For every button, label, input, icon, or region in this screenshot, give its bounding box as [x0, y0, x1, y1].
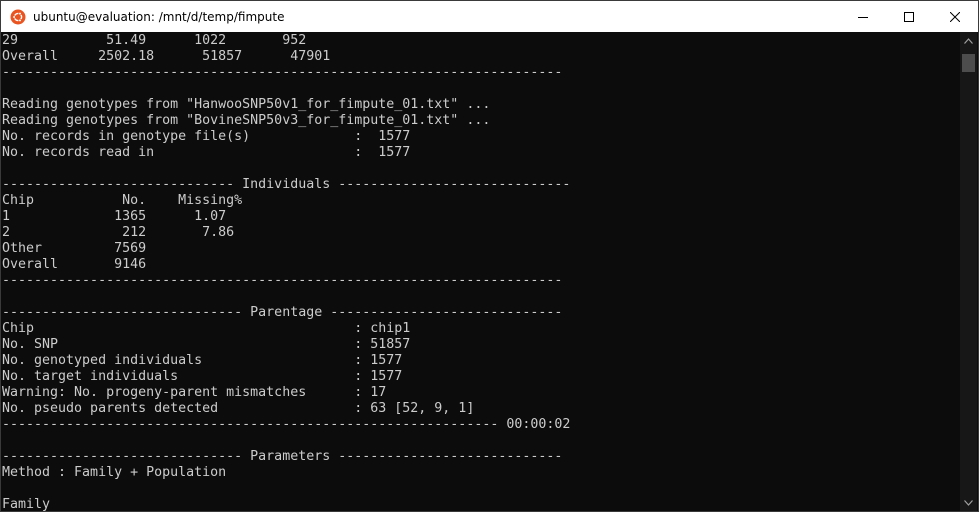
close-button[interactable]: [932, 1, 978, 32]
terminal-line: No. genotyped individuals : 1577: [2, 353, 403, 368]
terminal-line: Reading genotypes from "HanwooSNP50v1_fo…: [2, 97, 491, 112]
terminal-line: ----------------------------------------…: [2, 65, 563, 80]
maximize-icon: [904, 11, 914, 22]
scroll-down-button[interactable]: [960, 494, 977, 511]
terminal-line: No. pseudo parents detected : 63 [52, 9,…: [2, 401, 475, 416]
scroll-up-arrow-icon: [964, 37, 973, 44]
close-icon: [950, 11, 960, 22]
terminal-line: ------------------------------ Parentage…: [2, 305, 563, 320]
vertical-scrollbar[interactable]: [960, 32, 977, 511]
scroll-thumb[interactable]: [962, 54, 975, 72]
scroll-up-button[interactable]: [960, 32, 977, 49]
terminal-output[interactable]: 29 51.49 1022 952 Overall 2502.18 51857 4…: [2, 32, 962, 511]
terminal-line: No. records read in : 1577: [2, 145, 411, 160]
terminal-line: Reading genotypes from "BovineSNP50v3_fo…: [2, 113, 491, 128]
minimize-button[interactable]: [840, 1, 886, 32]
maximize-button[interactable]: [886, 1, 932, 32]
terminal-line: ----------------------------------------…: [2, 273, 563, 288]
terminal-line: Overall 2502.18 51857 47901: [2, 49, 331, 64]
terminal-line: Other 7569: [2, 241, 147, 256]
terminal-window: ubuntu@evaluation: /mnt/d/temp/fimpute 2…: [0, 0, 979, 512]
title-bar[interactable]: ubuntu@evaluation: /mnt/d/temp/fimpute: [1, 1, 978, 32]
terminal-line: No. target individuals : 1577: [2, 369, 403, 384]
terminal-line: No. SNP : 51857: [2, 337, 411, 352]
terminal-line: Method : Family + Population: [2, 465, 227, 480]
terminal-line: 1 1365 1.07: [2, 209, 227, 224]
minimize-icon: [858, 16, 868, 18]
terminal-line: Family: [2, 497, 51, 511]
terminal-line: Warning: No. progeny-parent mismatches :…: [2, 385, 387, 400]
terminal-line: 29 51.49 1022 952: [2, 33, 307, 48]
scroll-down-arrow-icon: [964, 499, 973, 506]
terminal-line: Chip No. Missing%: [2, 193, 243, 208]
terminal-line: Overall 9146: [2, 257, 147, 272]
terminal-line: ------------------------------ Parameter…: [2, 449, 563, 464]
window-title: ubuntu@evaluation: /mnt/d/temp/fimpute: [33, 9, 285, 24]
terminal-line: ----------------------------- Individual…: [2, 177, 571, 192]
terminal-line: 2 212 7.86: [2, 225, 235, 240]
window-controls: [840, 1, 978, 32]
terminal-line: No. records in genotype file(s) : 1577: [2, 129, 411, 144]
terminal-line: Chip : chip1: [2, 321, 411, 336]
ubuntu-logo-icon[interactable]: [10, 9, 26, 25]
terminal-line: ----------------------------------------…: [2, 417, 571, 432]
